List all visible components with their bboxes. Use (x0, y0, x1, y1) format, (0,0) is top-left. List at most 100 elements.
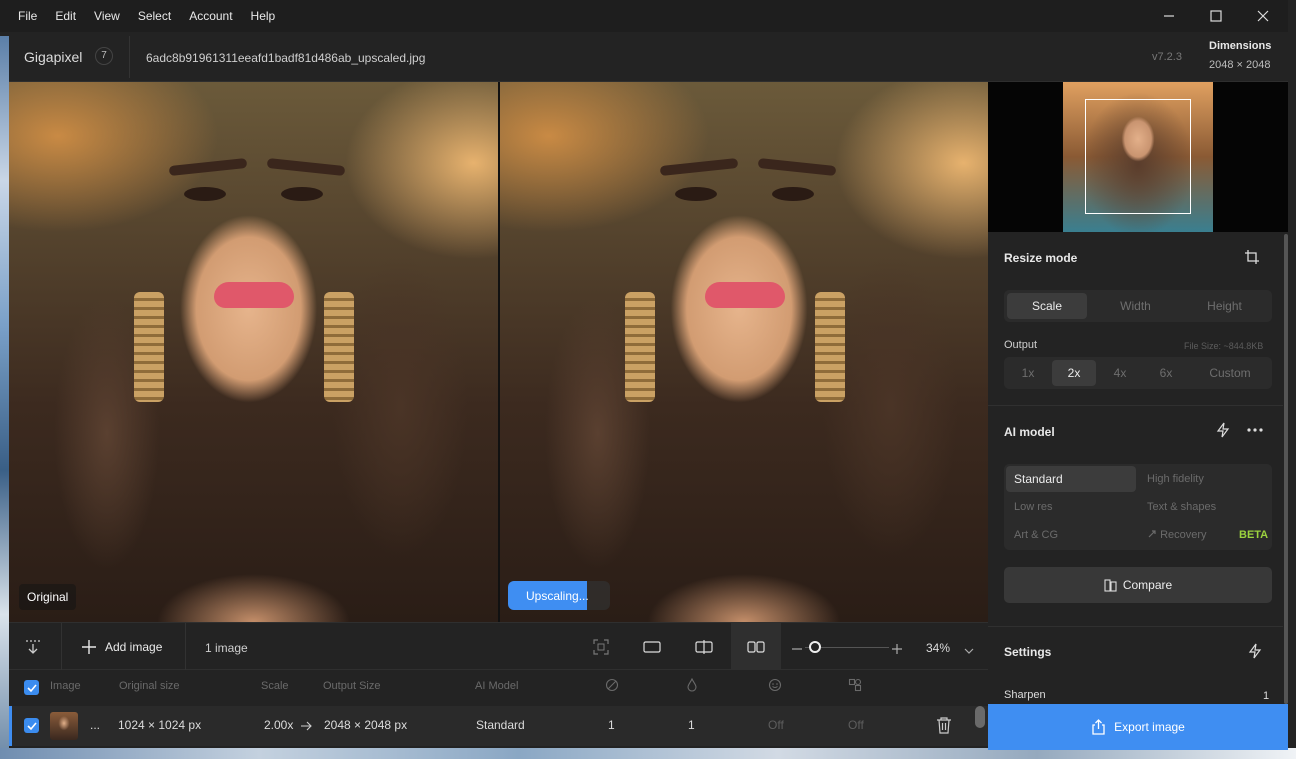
row-image-name: ... (90, 718, 101, 732)
crop-icon (1245, 250, 1259, 264)
compare-label: Compare (1122, 578, 1173, 592)
split-view-button[interactable] (692, 635, 716, 659)
model-text-shapes[interactable]: Text & shapes (1147, 501, 1216, 513)
column-scale[interactable]: Scale (261, 680, 289, 692)
menu-view[interactable]: View (85, 0, 129, 32)
column-ai-model[interactable]: AI Model (475, 680, 518, 692)
row-ai-model: Standard (476, 718, 525, 732)
tab-width[interactable]: Width (1093, 293, 1178, 319)
row-checkbox[interactable] (24, 718, 39, 733)
model-standard[interactable]: Standard (1006, 466, 1136, 492)
tab-scale[interactable]: Scale (1007, 293, 1087, 319)
portrait-detail (214, 282, 294, 308)
collapse-queue-button[interactable] (21, 635, 45, 659)
color-column-icon (848, 678, 862, 692)
crop-button[interactable] (1244, 249, 1260, 270)
add-image-label: Add image (105, 640, 163, 654)
portrait-detail (659, 157, 739, 177)
recovery-icon (1148, 530, 1156, 538)
menu-select[interactable]: Select (129, 0, 180, 32)
menu-account[interactable]: Account (180, 0, 241, 32)
scale-option-2x[interactable]: 2x (1052, 360, 1096, 386)
single-view-button[interactable] (640, 635, 664, 659)
trash-icon (937, 717, 951, 734)
side-by-side-view-button[interactable] (731, 623, 781, 671)
dimensions-value: 2048 × 2048 (1209, 59, 1271, 71)
zoom-value: 34% (926, 641, 951, 655)
compare-button[interactable]: Compare (1004, 567, 1272, 603)
compare-icon (1104, 578, 1117, 592)
app-window: File Edit View Select Account Help Gigap… (0, 0, 1296, 759)
upscaled-preview[interactable]: Upscaling... (500, 82, 988, 622)
table-row[interactable]: ... 1024 × 1024 px 2.00x 2048 × 2048 px … (9, 706, 988, 746)
select-all-checkbox[interactable] (24, 680, 39, 695)
menu-help[interactable]: Help (242, 0, 285, 32)
column-output-size[interactable]: Output Size (323, 680, 380, 692)
column-original-size[interactable]: Original size (119, 680, 180, 692)
model-art-cg[interactable]: Art & CG (1014, 529, 1058, 541)
portrait-detail (134, 292, 164, 402)
portrait-detail (625, 292, 655, 402)
lightning-icon (1216, 422, 1230, 438)
lightning-icon (1248, 643, 1262, 659)
add-image-button[interactable]: Add image (81, 635, 162, 659)
more-icon (1247, 428, 1263, 432)
navigator[interactable] (988, 82, 1288, 232)
zoom-in-button[interactable] (892, 641, 902, 659)
zoom-dropdown[interactable] (964, 642, 974, 660)
section-divider (988, 405, 1288, 406)
scale-option-1x[interactable]: 1x (1007, 360, 1049, 386)
single-view-icon (643, 641, 661, 653)
sharpen-value: 1 (1263, 690, 1270, 702)
portrait-detail (168, 157, 248, 177)
portrait-detail (281, 187, 323, 201)
scale-option-6x[interactable]: 6x (1145, 360, 1187, 386)
app-version: v7.2.3 (1152, 51, 1182, 63)
settings-panel: Resize mode Scale Width Height Output Fi… (988, 82, 1288, 704)
app-name: Gigapixel (24, 49, 83, 65)
fit-view-button[interactable] (589, 635, 613, 659)
row-delete-button[interactable] (936, 717, 952, 739)
output-label: Output (1004, 339, 1038, 351)
row-face-recovery-value: Off (768, 718, 784, 732)
maximize-button[interactable] (1193, 0, 1239, 32)
navigator-viewport-frame[interactable] (1085, 99, 1191, 214)
chevron-down-icon (964, 648, 974, 654)
row-output-size: 2048 × 2048 px (324, 718, 408, 732)
scale-option-4x[interactable]: 4x (1099, 360, 1141, 386)
model-recovery-label: Recovery (1160, 529, 1207, 541)
output-scale-options: 1x 2x 4x 6x Custom (1004, 357, 1272, 389)
scale-option-custom[interactable]: Custom (1194, 360, 1266, 386)
queue-scrollbar-thumb[interactable] (975, 706, 985, 728)
column-image[interactable]: Image (50, 680, 81, 692)
menu-edit[interactable]: Edit (46, 0, 85, 32)
close-window-button[interactable] (1240, 0, 1286, 32)
row-sharpen-value: 1 (608, 718, 615, 732)
zoom-out-button[interactable] (792, 641, 802, 659)
ai-model-quick-button[interactable] (1215, 422, 1231, 443)
resize-mode-title: Resize mode (1004, 251, 1078, 265)
model-high-fidelity[interactable]: High fidelity (1147, 473, 1204, 485)
file-size-estimate: File Size: ~844.8KB (1184, 341, 1264, 351)
portrait-detail (675, 187, 717, 201)
model-low-res[interactable]: Low res (1014, 501, 1053, 513)
minus-icon (792, 648, 802, 650)
menu-file[interactable]: File (0, 0, 46, 32)
app-version-badge[interactable]: 7 (95, 47, 113, 65)
tab-height[interactable]: Height (1182, 293, 1267, 319)
row-denoise-value: 1 (688, 718, 695, 732)
original-preview[interactable]: Original (9, 82, 498, 622)
ai-model-more-button[interactable] (1246, 422, 1264, 443)
export-image-button[interactable]: Export image (988, 704, 1288, 750)
minimize-button[interactable] (1146, 0, 1192, 32)
sharpen-column-icon (605, 678, 619, 692)
section-divider (988, 626, 1288, 627)
portrait-detail (266, 157, 346, 177)
original-label: Original (19, 584, 77, 610)
plus-icon (82, 640, 96, 654)
model-recovery[interactable]: Recovery (1147, 529, 1207, 541)
arrow-right-icon (301, 721, 312, 731)
settings-quick-button[interactable] (1247, 643, 1263, 664)
panel-scrollbar-thumb[interactable] (1284, 234, 1288, 704)
zoom-slider-handle[interactable] (809, 641, 821, 653)
